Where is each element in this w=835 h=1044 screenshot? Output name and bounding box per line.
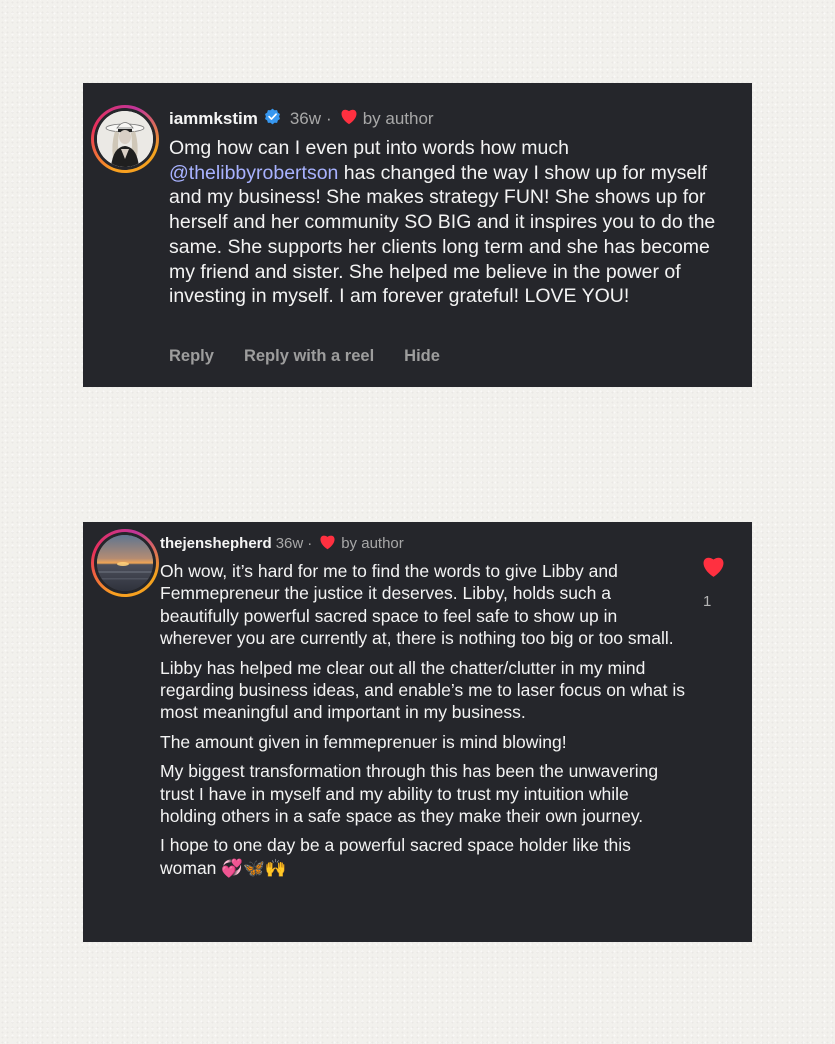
comment-paragraph: Libby has helped me clear out all the ch… (160, 657, 685, 723)
avatar[interactable] (97, 111, 153, 167)
comment-paragraph-last: I hope to one day be a powerful sacred s… (160, 834, 685, 880)
reply-button[interactable]: Reply (169, 347, 214, 366)
like-button[interactable] (700, 554, 727, 583)
separator: · (307, 535, 313, 552)
hide-button[interactable]: Hide (404, 347, 440, 366)
comment-header: iammkstim 36w · by author (169, 107, 434, 130)
avatar-story-ring[interactable] (91, 105, 159, 173)
raising-hands-emoji: 🙌 (264, 858, 287, 879)
comment-card-2: thejenshepherd 36w · by author Oh wow, i… (83, 522, 752, 942)
comment-paragraph: My biggest transformation through this h… (160, 761, 659, 827)
liked-by-author: by author (362, 108, 434, 128)
comment-text-start: Omg how can I even put into words how mu… (169, 137, 569, 159)
comment-time: 36w (275, 535, 304, 552)
heart-filled-icon (703, 557, 724, 577)
avatar[interactable] (97, 535, 153, 591)
username[interactable]: iammkstim (169, 109, 258, 129)
comment-text: Omg how can I even put into words how mu… (169, 136, 739, 309)
avatar-story-ring[interactable] (91, 529, 159, 597)
avatar-photo-icon (97, 111, 153, 167)
sunset-photo-icon (97, 535, 153, 591)
separator: · (326, 108, 332, 128)
mention-link[interactable]: @thelibbyrobertson (169, 162, 338, 184)
verified-badge-icon (264, 108, 281, 130)
comment-time: 36w (289, 108, 322, 128)
username[interactable]: thejenshepherd (160, 535, 272, 552)
comment-actions: Reply Reply with a reel Hide (169, 347, 440, 366)
heart-icon (318, 533, 337, 554)
comment-text: Oh wow, it’s hard for me to find the wor… (160, 560, 685, 887)
comment-card-1: iammkstim 36w · by author Omg how can I … (83, 83, 752, 387)
reply-with-reel-button[interactable]: Reply with a reel (244, 347, 374, 366)
like-count: 1 (703, 593, 712, 610)
comment-header: thejenshepherd 36w · by author (160, 533, 404, 554)
two-hearts-emoji: 💞 (221, 858, 244, 879)
butterfly-emoji: 🦋 (243, 858, 265, 879)
comment-paragraph: The amount given in femmeprenuer is mind… (160, 731, 567, 752)
comment-paragraph: Oh wow, it’s hard for me to find the wor… (160, 561, 674, 649)
liked-by-author: by author (341, 535, 404, 552)
heart-icon (339, 107, 359, 130)
